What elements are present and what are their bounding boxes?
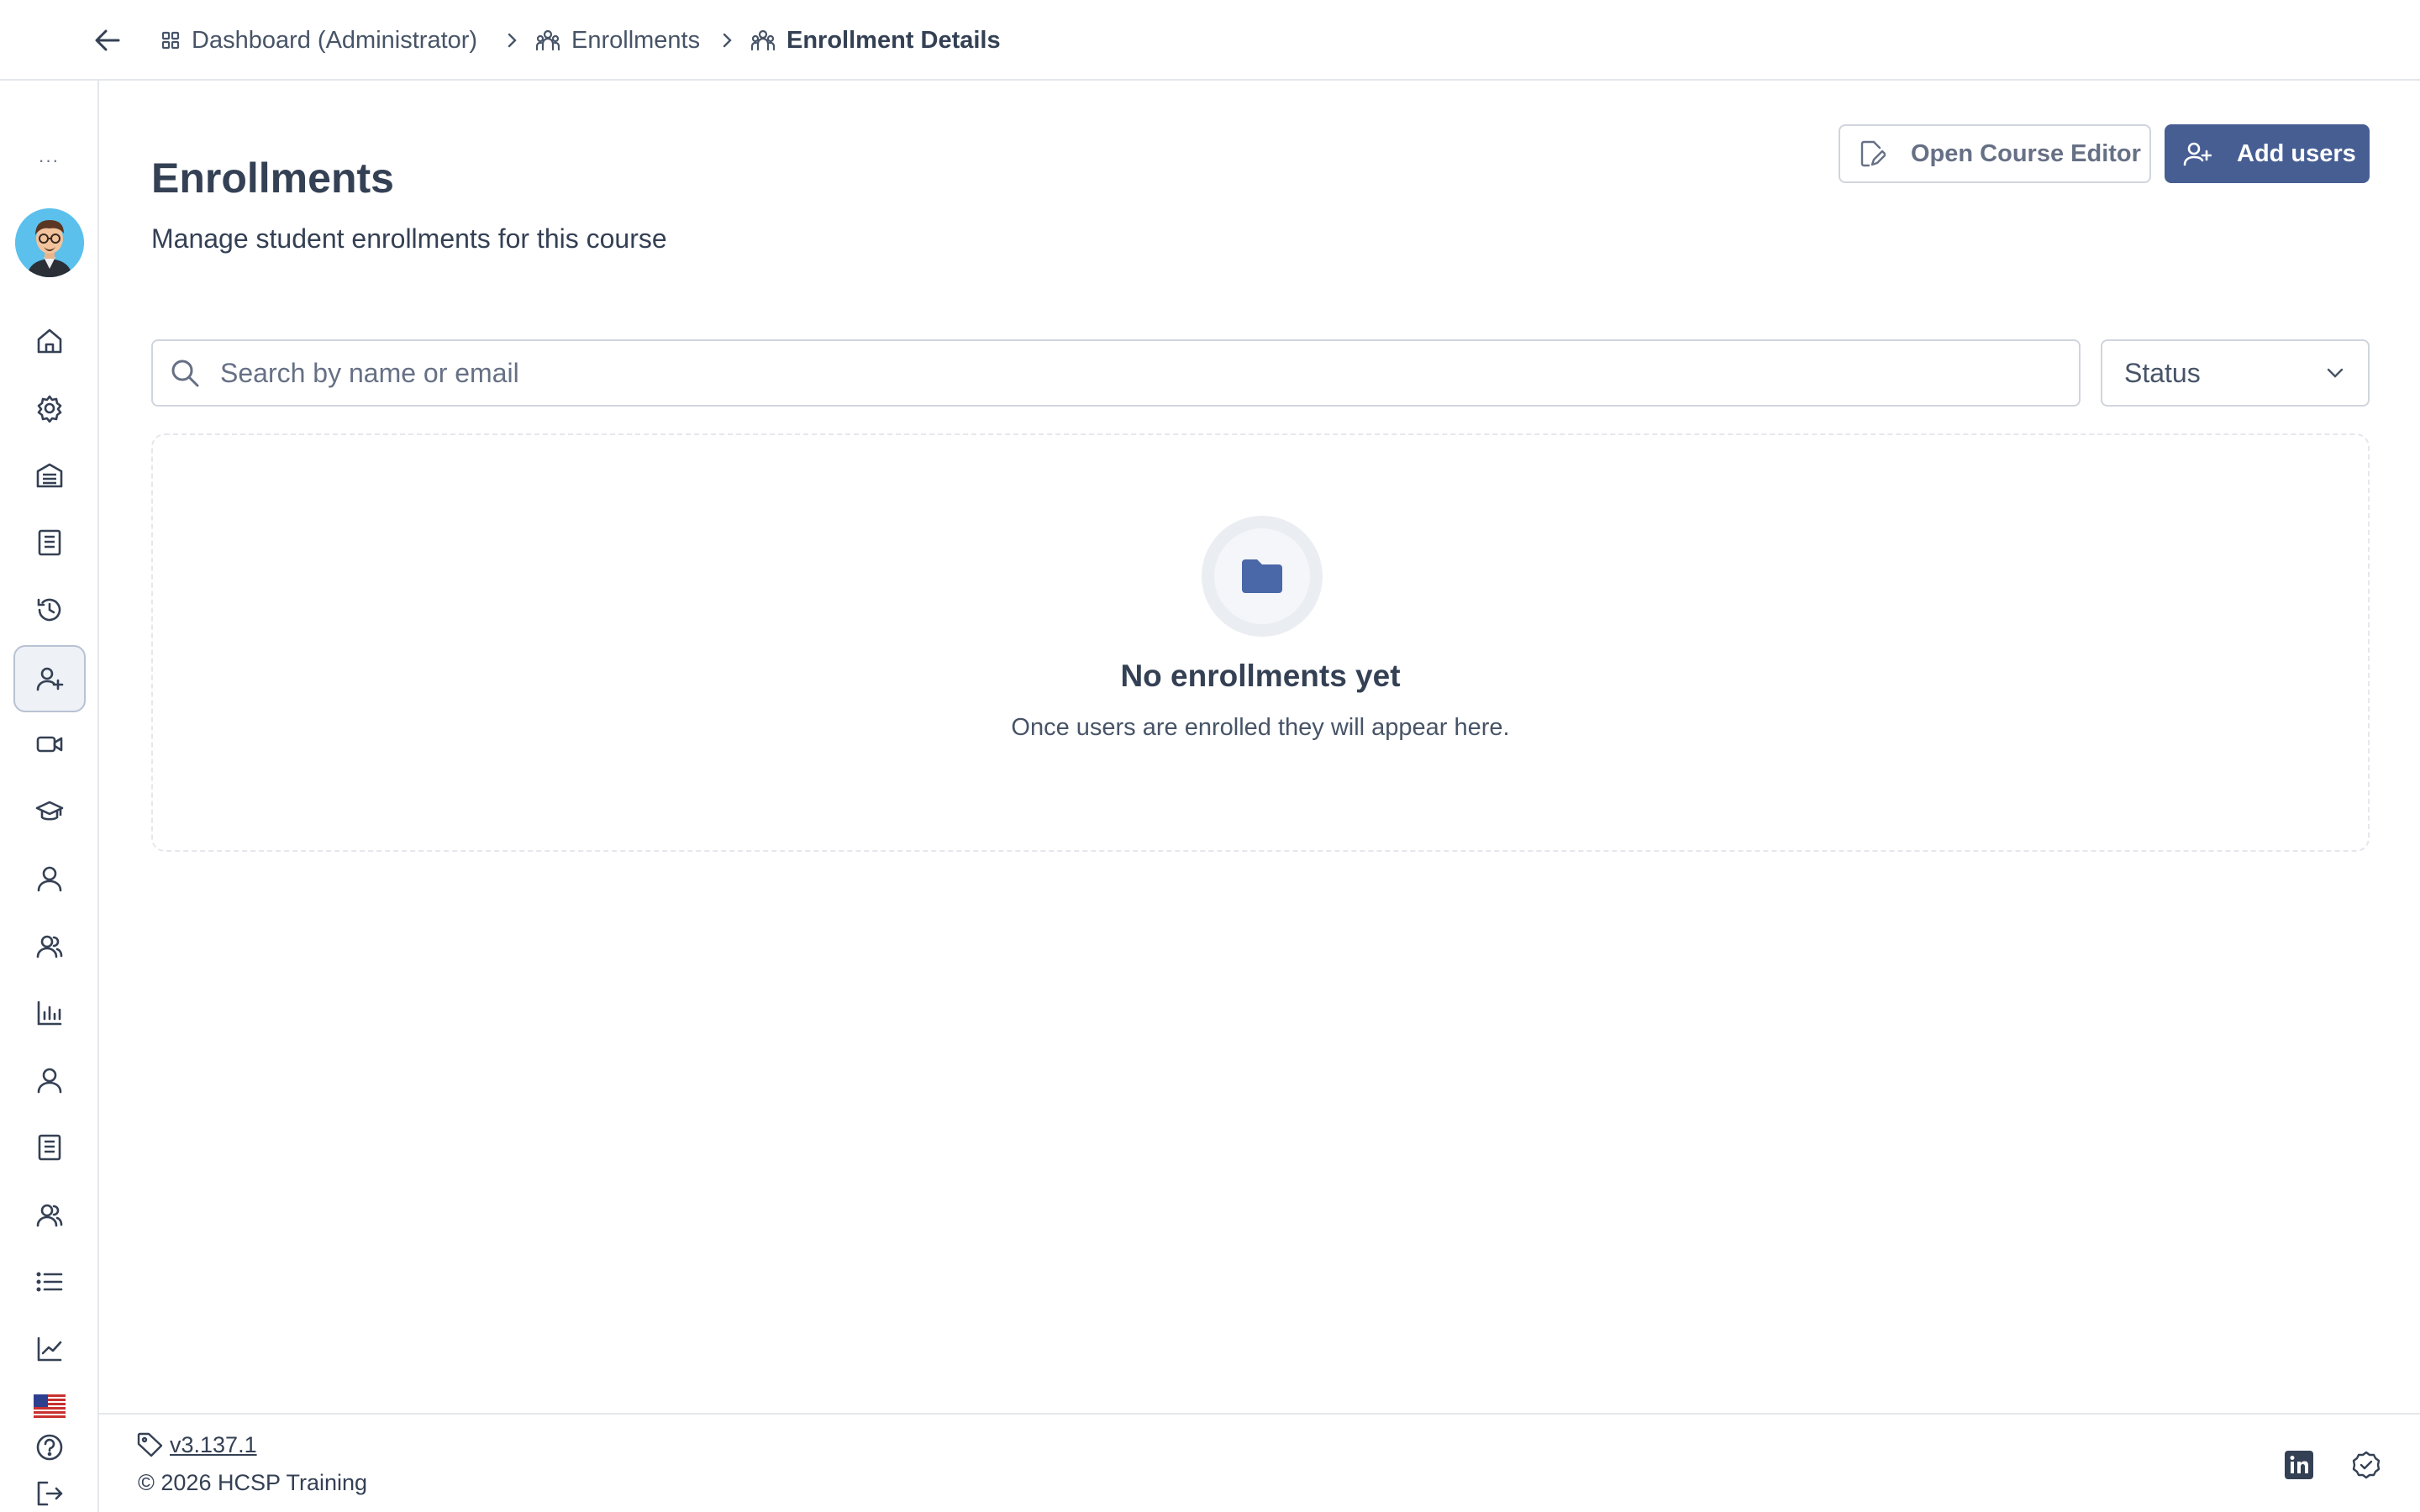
verified-badge-icon[interactable] bbox=[2349, 1448, 2383, 1482]
page-title: Enrollments bbox=[151, 155, 394, 202]
video-icon bbox=[36, 736, 63, 753]
document-icon bbox=[38, 529, 61, 556]
sidebar-item-reports[interactable] bbox=[13, 979, 86, 1047]
add-users-label: Add users bbox=[2237, 139, 2356, 167]
sidebar-item-home[interactable] bbox=[13, 307, 86, 375]
chevron-right-icon bbox=[502, 27, 521, 54]
breadcrumb-dashboard[interactable]: Dashboard (Administrator) bbox=[161, 24, 477, 57]
users-group-icon bbox=[536, 29, 560, 51]
user-icon bbox=[37, 1068, 62, 1094]
breadcrumb-enrollment-details: Enrollment Details bbox=[751, 24, 1001, 57]
sidebar-item-analytics[interactable] bbox=[13, 1315, 86, 1383]
gear-icon bbox=[37, 395, 62, 423]
sidebar-item-organization[interactable] bbox=[13, 442, 86, 509]
avatar[interactable] bbox=[15, 208, 84, 277]
sidebar-item-enrollments[interactable] bbox=[13, 645, 86, 712]
users-group-icon bbox=[751, 29, 775, 51]
open-course-editor-label: Open Course Editor bbox=[1911, 139, 2141, 167]
empty-state: No enrollments yet Once users are enroll… bbox=[151, 433, 2370, 852]
trend-chart-icon bbox=[37, 1336, 62, 1362]
tag-icon bbox=[137, 1432, 163, 1457]
list-icon bbox=[36, 1272, 63, 1292]
empty-state-text: Once users are enrolled they will appear… bbox=[1011, 714, 1510, 741]
copyright: © 2026 HCSP Training bbox=[138, 1470, 368, 1495]
linkedin-icon[interactable] bbox=[2282, 1448, 2316, 1482]
more-icon[interactable]: ··· bbox=[34, 150, 64, 171]
search-input[interactable] bbox=[218, 356, 1986, 390]
breadcrumb-enrollments[interactable]: Enrollments bbox=[536, 24, 700, 57]
version-label[interactable]: v3.137.1 bbox=[170, 1432, 257, 1458]
add-users-button[interactable]: Add users bbox=[2165, 124, 2370, 183]
history-icon bbox=[37, 598, 61, 622]
sidebar-item-documents[interactable] bbox=[13, 509, 86, 576]
help-icon bbox=[36, 1434, 63, 1461]
document-icon bbox=[38, 1134, 61, 1161]
sidebar-item-groups[interactable] bbox=[13, 912, 86, 979]
sidebar-item-logout[interactable] bbox=[13, 1475, 86, 1512]
sidebar: ··· bbox=[0, 81, 99, 1512]
folder-icon bbox=[1242, 559, 1282, 593]
breadcrumb-label: Dashboard (Administrator) bbox=[192, 26, 478, 54]
user-plus-icon bbox=[2183, 141, 2212, 166]
us-flag-icon[interactable] bbox=[34, 1394, 66, 1418]
sidebar-item-records[interactable] bbox=[13, 1114, 86, 1181]
more-dots: ··· bbox=[38, 150, 60, 171]
empty-state-illustration bbox=[1202, 516, 1323, 637]
version-link[interactable]: v3.137.1 bbox=[136, 1431, 257, 1458]
arrow-left-icon bbox=[95, 29, 120, 51]
sidebar-item-user[interactable] bbox=[13, 845, 86, 912]
sidebar-item-courses[interactable] bbox=[13, 778, 86, 845]
search-field[interactable] bbox=[151, 339, 2081, 407]
empty-state-title: No enrollments yet bbox=[1120, 659, 1401, 693]
bar-chart-icon bbox=[37, 1000, 62, 1026]
building-icon bbox=[36, 463, 63, 488]
home-icon bbox=[37, 328, 62, 354]
chevron-down-icon bbox=[2326, 367, 2344, 379]
search-icon bbox=[170, 358, 200, 388]
status-filter-select[interactable]: Status bbox=[2101, 339, 2370, 407]
users-icon bbox=[36, 1204, 63, 1227]
sidebar-item-list[interactable] bbox=[13, 1248, 86, 1315]
chevron-right-icon bbox=[718, 27, 736, 54]
users-icon bbox=[36, 935, 63, 958]
user-icon bbox=[37, 866, 62, 892]
sidebar-item-help[interactable] bbox=[13, 1418, 86, 1477]
user-plus-icon bbox=[36, 667, 64, 691]
top-bar: Dashboard (Administrator) Enrollments En… bbox=[0, 0, 2420, 81]
page-subtitle: Manage student enrollments for this cour… bbox=[151, 223, 667, 254]
sidebar-item-teams[interactable] bbox=[13, 1181, 86, 1248]
graduation-cap-icon bbox=[35, 801, 64, 821]
sidebar-item-video[interactable] bbox=[13, 711, 86, 778]
edit-document-icon bbox=[1859, 139, 1886, 168]
footer: v3.137.1 © 2026 HCSP Training bbox=[99, 1413, 2420, 1512]
grid-icon bbox=[161, 31, 180, 50]
sidebar-item-profile[interactable] bbox=[13, 1047, 86, 1114]
user-avatar-illustration bbox=[15, 208, 84, 277]
status-filter-label: Status bbox=[2124, 357, 2201, 388]
sidebar-item-history[interactable] bbox=[13, 576, 86, 643]
sidebar-item-settings[interactable] bbox=[13, 375, 86, 442]
open-course-editor-button[interactable]: Open Course Editor bbox=[1839, 124, 2151, 183]
breadcrumb-label: Enrollment Details bbox=[786, 26, 1001, 54]
logout-icon bbox=[37, 1481, 63, 1506]
breadcrumb-label: Enrollments bbox=[571, 26, 701, 54]
back-button[interactable] bbox=[91, 25, 124, 55]
